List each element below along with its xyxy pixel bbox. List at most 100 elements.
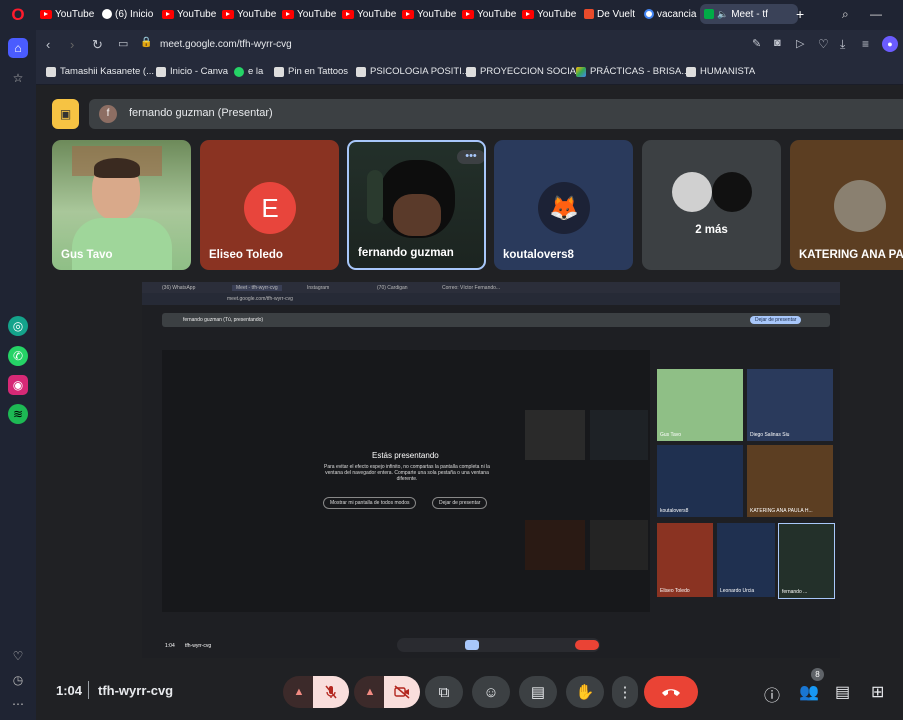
people-icon[interactable]: 👥 [799, 682, 819, 702]
bookmark-item[interactable]: Tamashii Kasanete (... [46, 66, 154, 77]
divider [88, 681, 89, 699]
tab-youtube[interactable]: YouTube [282, 4, 340, 24]
shared-presenter-bar: fernando guzman (Tú, presentando) Dejar … [162, 313, 830, 327]
present-screen-icon: ⧉ [438, 683, 450, 701]
more-icon[interactable]: ⋯ [8, 694, 28, 714]
heart-icon[interactable]: ♡ [818, 37, 829, 51]
bookmark-item[interactable]: Inicio - Canva [156, 66, 228, 77]
address-bar: ‹ › ↻ ▭ 🔒 meet.google.com/tfh-wyrr-cvg ✎… [36, 30, 903, 60]
bookmark-item[interactable]: PSICOLOGIA POSITI... [356, 66, 470, 77]
activities-icon[interactable]: ⊞ [871, 682, 884, 702]
video-options-button[interactable]: ▲ [354, 676, 386, 708]
participant-tile[interactable]: 2 más [642, 140, 781, 270]
youtube-icon [342, 9, 354, 19]
tab-youtube[interactable]: YouTube [462, 4, 520, 24]
avatar [712, 172, 752, 212]
dialog-body: Para evitar el efecto espejo infinito, n… [324, 464, 490, 482]
history-icon[interactable]: ◷ [8, 670, 28, 690]
chatgpt-icon[interactable]: ◎ [8, 316, 28, 336]
reload-icon[interactable]: ↻ [92, 37, 103, 53]
heart-icon[interactable]: ♡ [8, 646, 28, 666]
emoji-icon: ☺ [483, 683, 499, 701]
people-count-badge: 8 [811, 668, 824, 681]
bookmarks-bar: Tamashii Kasanete (... Inicio - Canva e … [36, 60, 903, 85]
tab-youtube[interactable]: YouTube [222, 4, 280, 24]
face-image [393, 194, 441, 236]
bookmark-item[interactable]: HUMANISTA [686, 66, 755, 77]
bookmark-item[interactable]: e la [234, 66, 263, 77]
shared-tile: koutalovers8 [657, 445, 743, 517]
bookmark-item[interactable]: PROYECCION SOCIAL [466, 66, 581, 77]
presenter-label-bar: f fernando guzman (Presentar) [89, 99, 903, 129]
tab-youtube[interactable]: YouTube [522, 4, 580, 24]
document-icon [46, 66, 56, 77]
back-icon[interactable]: ‹ [46, 37, 50, 52]
drive-icon [576, 66, 586, 77]
raise-hand-button[interactable]: ✋ [566, 676, 604, 708]
profile-icon[interactable]: ● [882, 36, 898, 52]
stop-presenting-icon[interactable]: ▣ [52, 99, 79, 129]
shared-tile: Diego Salinas Siu [747, 369, 833, 441]
reactions-button[interactable]: ☺ [472, 676, 510, 708]
tab-de-vuelta[interactable]: De Vuelt [584, 4, 642, 24]
shared-tile: KATERING ANA PAULA H... [747, 445, 833, 517]
camera-icon[interactable]: ◙ [774, 37, 781, 49]
tab-youtube[interactable]: YouTube [402, 4, 460, 24]
red-site-icon [584, 9, 594, 19]
snapshot-icon[interactable]: ▭ [118, 37, 128, 50]
tab-meet[interactable]: 🔈 Meet - tf [700, 4, 798, 24]
mirror-tile [590, 410, 648, 460]
new-tab-button[interactable]: + [796, 4, 810, 24]
play-icon[interactable]: ▷ [796, 37, 804, 50]
participant-tile[interactable]: E Eliseo Toledo [200, 140, 339, 270]
shared-tile: Gus Tavo [657, 369, 743, 441]
mic-off-icon [325, 685, 337, 699]
participant-tile[interactable]: Gus Tavo [52, 140, 191, 270]
captions-button[interactable]: ▤ [519, 676, 557, 708]
tab-threads[interactable]: (6) Inicio [102, 4, 160, 24]
leave-call-button[interactable] [644, 676, 698, 708]
more-options-button[interactable]: ⋮ [612, 676, 638, 708]
tab-vacancia[interactable]: vacancia [644, 4, 702, 24]
participant-tile[interactable]: 🦊 koutalovers8 [494, 140, 633, 270]
document-icon [156, 66, 166, 77]
speaker-icon[interactable]: 🔈 [717, 9, 728, 20]
whatsapp-icon[interactable]: ✆ [8, 346, 28, 366]
present-button[interactable]: ⧉ [425, 676, 463, 708]
forward-icon[interactable]: › [70, 37, 74, 52]
participant-tile[interactable]: KATERING ANA PA... [790, 140, 903, 270]
document-icon [686, 66, 696, 77]
camera-off-button[interactable] [384, 676, 420, 708]
youtube-icon [462, 9, 474, 19]
tab-bar: YouTube (6) Inicio YouTube YouTube YouTu… [36, 0, 903, 30]
shared-controls [397, 638, 600, 652]
download-icon[interactable]: ⤓ [840, 37, 845, 52]
more-options-icon[interactable]: ••• [457, 150, 484, 164]
bookmark-item[interactable]: PRÁCTICAS - BRISA... [576, 66, 689, 77]
opera-logo-icon[interactable]: O [9, 6, 27, 24]
tab-youtube[interactable]: YouTube [342, 4, 400, 24]
audio-options-button[interactable]: ▲ [283, 676, 315, 708]
instagram-icon[interactable]: ◉ [8, 375, 28, 395]
whatsapp-icon [234, 66, 244, 77]
star-icon[interactable]: ☆ [8, 68, 28, 88]
shirt-image [72, 218, 172, 270]
meeting-code: tfh-wyrr-cvg [98, 683, 174, 698]
spotify-icon[interactable]: ≋ [8, 404, 28, 424]
search-icon[interactable]: ⌕ [842, 4, 849, 24]
menu-icon[interactable]: ≡ [862, 37, 869, 51]
home-icon[interactable]: ⌂ [8, 38, 28, 58]
edit-icon[interactable]: ✎ [752, 37, 761, 50]
participant-tile[interactable]: ••• fernando guzman [347, 140, 486, 270]
shared-leave-button [575, 640, 599, 650]
minimize-button[interactable]: — [870, 4, 882, 24]
bookmark-item[interactable]: Pin en Tattoos [274, 66, 348, 77]
url-field[interactable]: meet.google.com/tfh-wyrr-cvg [160, 39, 292, 50]
meeting-info-icon[interactable]: ⓘ [764, 682, 780, 706]
chat-icon[interactable]: ▤ [835, 682, 850, 702]
mic-off-button[interactable] [313, 676, 349, 708]
tab-youtube[interactable]: YouTube [40, 4, 98, 24]
youtube-icon [40, 9, 52, 19]
tab-youtube[interactable]: YouTube [162, 4, 220, 24]
threads-icon [102, 9, 112, 19]
